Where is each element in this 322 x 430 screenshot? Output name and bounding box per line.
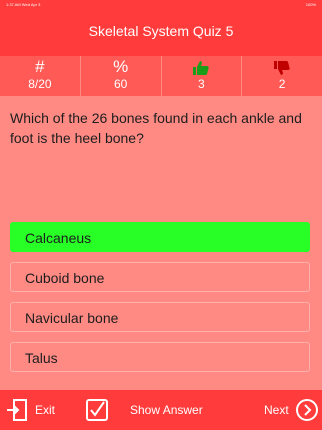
exit-icon	[7, 399, 27, 421]
page-title: Skeletal System Quiz 5	[88, 23, 234, 39]
status-bar: 1:37 AM Wed Apr 3 100%	[0, 0, 322, 8]
stat-correct: 3	[160, 56, 242, 96]
thumbs-down-icon	[242, 58, 322, 76]
answer-option[interactable]: Navicular bone	[10, 302, 310, 332]
status-time: 1:37 AM Wed Apr 3	[6, 2, 41, 7]
hash-icon: #	[35, 57, 45, 76]
next-arrow-icon	[296, 399, 318, 421]
answer-option[interactable]: Cuboid bone	[10, 262, 310, 292]
next-label: Next	[264, 403, 289, 417]
wrong-count: 2	[278, 77, 286, 91]
next-button[interactable]: Next	[264, 390, 322, 430]
show-answer-button[interactable]: Show Answer	[86, 390, 232, 430]
question-number-value: 8/20	[28, 77, 52, 91]
question-text: Which of the 26 bones found in each ankl…	[10, 110, 302, 146]
checkbox-icon	[86, 399, 108, 421]
answer-option[interactable]: Talus	[10, 342, 310, 372]
show-answer-label: Show Answer	[130, 403, 203, 417]
stat-question-number: # 8/20	[0, 56, 80, 96]
correct-count: 3	[198, 77, 205, 91]
bottom-toolbar: Exit Show Answer Next	[0, 390, 322, 430]
stat-percent: % 60	[79, 56, 161, 96]
stat-wrong: 2	[241, 56, 322, 96]
thumbs-up-icon	[162, 58, 242, 76]
percent-icon: %	[113, 57, 129, 76]
stats-bar: # 8/20 % 60 3 2	[0, 56, 322, 96]
answer-option[interactable]: Calcaneus	[10, 222, 310, 252]
exit-label: Exit	[35, 403, 56, 417]
percent-value: 60	[113, 77, 128, 91]
status-battery: 100%	[305, 2, 316, 7]
